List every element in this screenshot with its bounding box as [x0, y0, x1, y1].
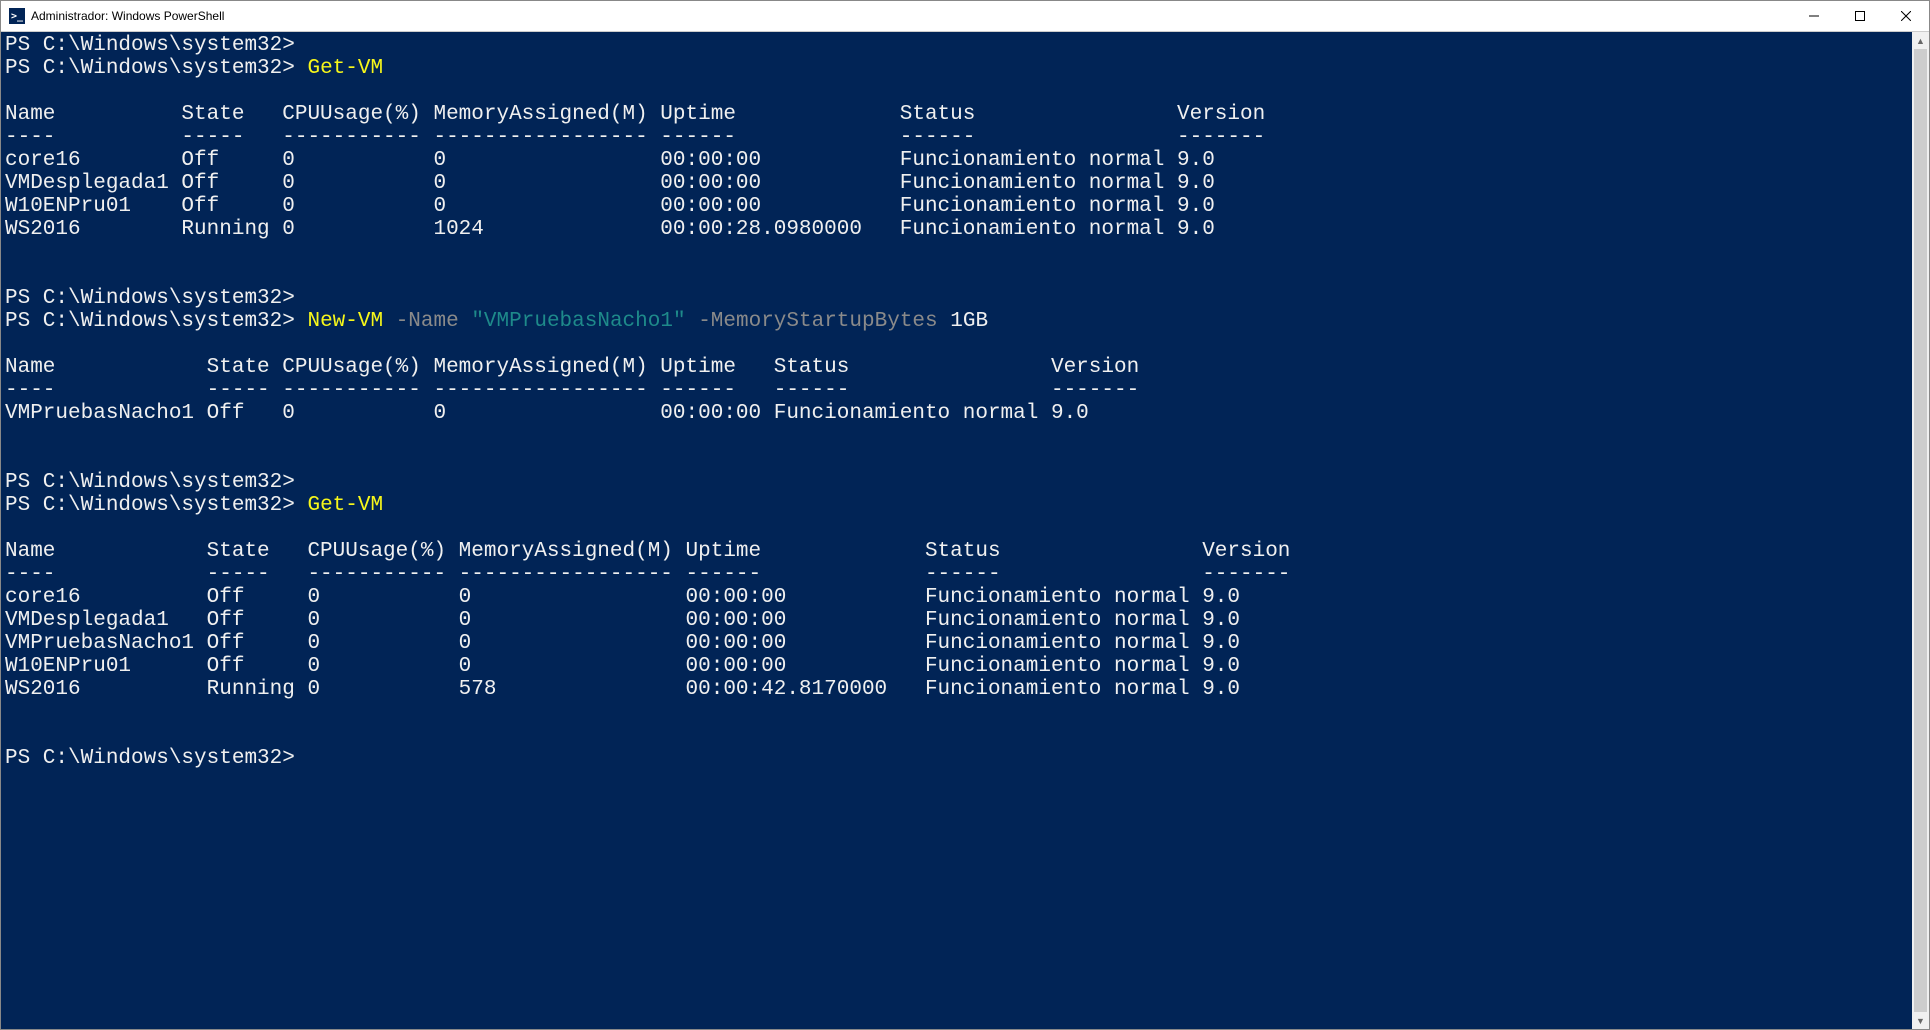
- table-row: W10ENPru01 Off 0 0 00:00:00 Funcionamien…: [5, 655, 1240, 678]
- table-row: VMPruebasNacho1 Off 0 0 00:00:00 Funcion…: [5, 632, 1240, 655]
- table-header: Name State CPUUsage(%) MemoryAssigned(M)…: [5, 540, 1290, 563]
- prompt: PS C:\Windows\system32>: [5, 494, 295, 517]
- prompt: PS C:\Windows\system32>: [5, 747, 295, 770]
- prompt: PS C:\Windows\system32>: [5, 57, 295, 80]
- prompt: PS C:\Windows\system32>: [5, 471, 295, 494]
- command: Get-VM: [307, 494, 383, 517]
- app-window: >_ Administrador: Windows PowerShell PS …: [0, 0, 1930, 1030]
- maximize-button[interactable]: [1837, 1, 1883, 31]
- minimize-button[interactable]: [1791, 1, 1837, 31]
- value: 1GB: [950, 310, 988, 333]
- command: Get-VM: [307, 57, 383, 80]
- table-row: core16 Off 0 0 00:00:00 Funcionamiento n…: [5, 586, 1240, 609]
- scroll-thumb[interactable]: [1914, 49, 1927, 1012]
- table-row: WS2016 Running 0 1024 00:00:28.0980000 F…: [5, 218, 1215, 241]
- terminal-body: PS C:\Windows\system32> PS C:\Windows\sy…: [1, 32, 1929, 1029]
- table-row: VMDesplegada1 Off 0 0 00:00:00 Funcionam…: [5, 172, 1215, 195]
- window-title: Administrador: Windows PowerShell: [31, 9, 224, 23]
- command: New-VM: [307, 310, 383, 333]
- table-header: Name State CPUUsage(%) MemoryAssigned(M)…: [5, 356, 1139, 379]
- string-value: "VMPruebasNacho1": [471, 310, 685, 333]
- prompt: PS C:\Windows\system32>: [5, 34, 295, 57]
- table-header: Name State CPUUsage(%) MemoryAssigned(M)…: [5, 103, 1265, 126]
- param: -Name: [396, 310, 459, 333]
- table-divider: ---- ----- ----------- -----------------…: [5, 379, 1139, 402]
- table-divider: ---- ----- ----------- -----------------…: [5, 126, 1265, 149]
- table-row: VMPruebasNacho1 Off 0 0 00:00:00 Funcion…: [5, 402, 1089, 425]
- table-row: core16 Off 0 0 00:00:00 Funcionamiento n…: [5, 149, 1215, 172]
- param: -MemoryStartupBytes: [698, 310, 937, 333]
- table-row: WS2016 Running 0 578 00:00:42.8170000 Fu…: [5, 678, 1240, 701]
- table-row: VMDesplegada1 Off 0 0 00:00:00 Funcionam…: [5, 609, 1240, 632]
- table-divider: ---- ----- ----------- -----------------…: [5, 563, 1290, 586]
- table-row: W10ENPru01 Off 0 0 00:00:00 Funcionamien…: [5, 195, 1215, 218]
- powershell-icon: >_: [9, 8, 25, 24]
- scroll-up-icon[interactable]: ▲: [1912, 32, 1929, 49]
- vertical-scrollbar[interactable]: ▲ ▼: [1912, 32, 1929, 1029]
- terminal-output[interactable]: PS C:\Windows\system32> PS C:\Windows\sy…: [1, 32, 1912, 1029]
- close-button[interactable]: [1883, 1, 1929, 31]
- prompt: PS C:\Windows\system32>: [5, 287, 295, 310]
- scroll-down-icon[interactable]: ▼: [1912, 1012, 1929, 1029]
- prompt: PS C:\Windows\system32>: [5, 310, 295, 333]
- titlebar[interactable]: >_ Administrador: Windows PowerShell: [1, 1, 1929, 32]
